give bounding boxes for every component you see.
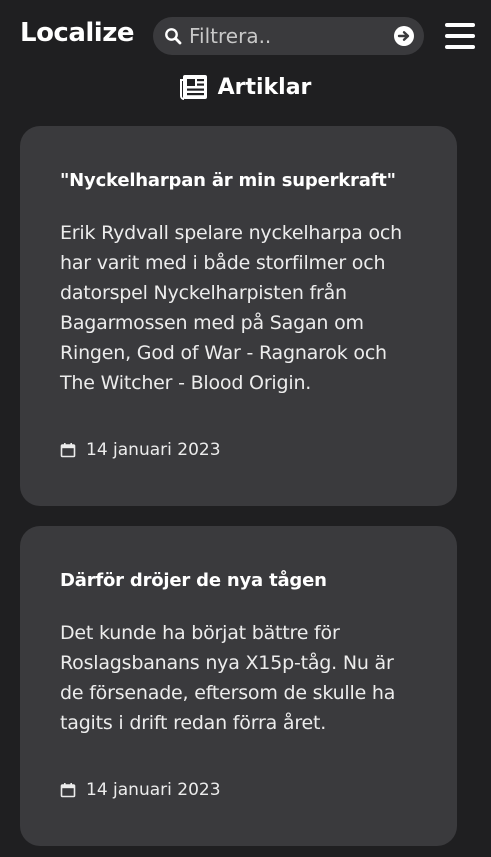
calendar-icon bbox=[60, 783, 76, 798]
article-date: 14 januari 2023 bbox=[60, 780, 221, 800]
article-card[interactable]: "Nyckelharpan är min superkraft" Erik Ry… bbox=[20, 126, 457, 506]
search-bar bbox=[153, 17, 424, 55]
hamburger-menu-icon[interactable] bbox=[445, 22, 475, 50]
section-header: Artiklar bbox=[0, 74, 491, 110]
app-logo[interactable]: Localize bbox=[20, 18, 134, 48]
search-input[interactable] bbox=[189, 21, 379, 51]
article-title[interactable]: Därför dröjer de nya tågen bbox=[60, 566, 417, 596]
newspaper-icon bbox=[179, 75, 207, 100]
article-title[interactable]: "Nyckelharpan är min superkraft" bbox=[60, 166, 417, 196]
article-date-text: 14 januari 2023 bbox=[86, 780, 221, 800]
article-date: 14 januari 2023 bbox=[60, 440, 221, 460]
header: Localize bbox=[0, 0, 491, 74]
arrow-right-circle-icon[interactable] bbox=[394, 26, 414, 46]
search-icon bbox=[165, 28, 182, 45]
article-date-text: 14 januari 2023 bbox=[86, 440, 221, 460]
article-card[interactable]: Därför dröjer de nya tågen Det kunde ha … bbox=[20, 526, 457, 846]
article-excerpt: Erik Rydvall spelare nyckelharpa och har… bbox=[60, 222, 402, 394]
section-title: Artiklar bbox=[217, 74, 312, 100]
article-excerpt: Det kunde ha börjat bättre för Roslagsba… bbox=[60, 622, 396, 734]
calendar-icon bbox=[60, 443, 76, 458]
